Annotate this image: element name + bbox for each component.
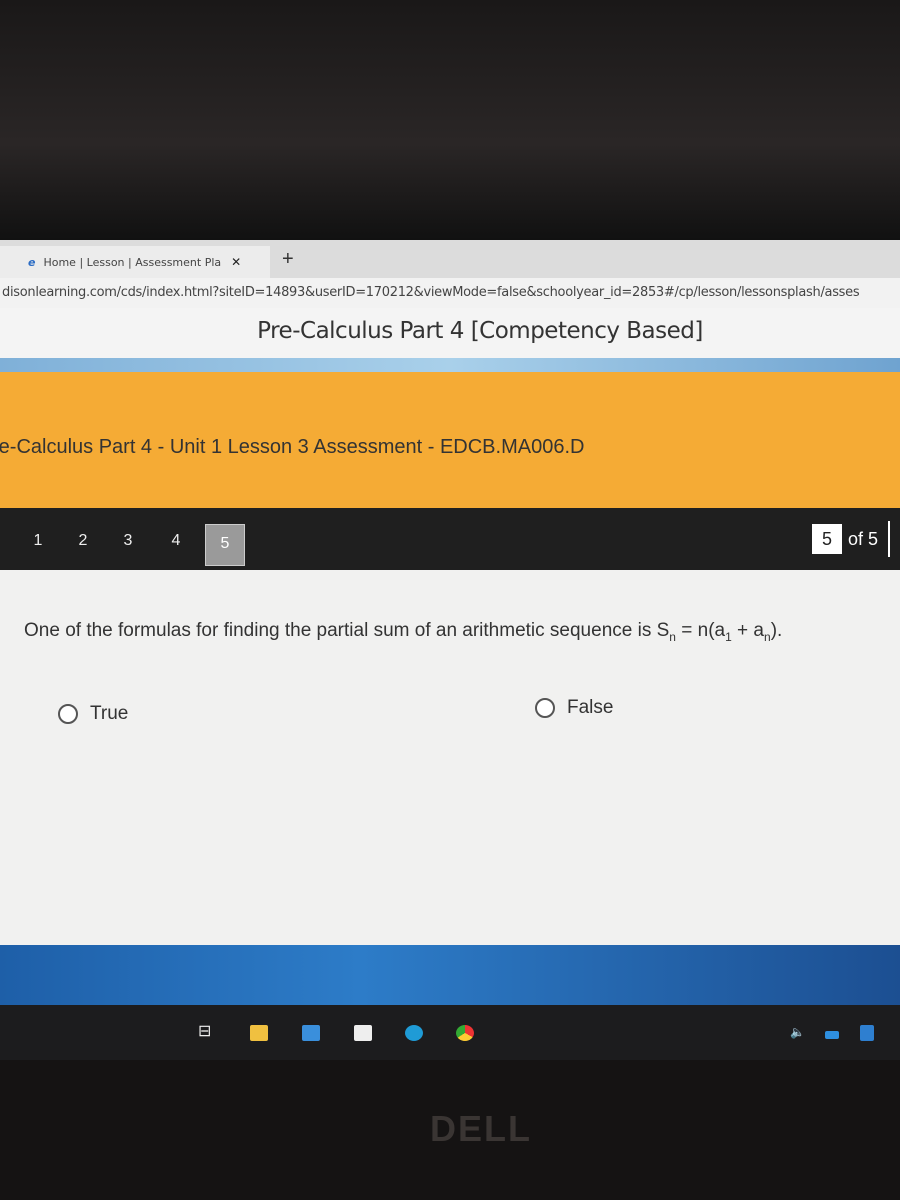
course-title: Pre-Calculus Part 4 [Competency Based] [0, 308, 900, 358]
mail-icon[interactable] [302, 1025, 320, 1041]
desktop-wallpaper [0, 945, 900, 1005]
option-label: True [90, 703, 129, 724]
question-5-button[interactable]: 5 [205, 524, 245, 566]
question-4-button[interactable]: 4 [156, 532, 196, 550]
task-view-icon[interactable]: ⊟ [198, 1021, 211, 1041]
question-3-button[interactable]: 3 [108, 532, 148, 550]
option-false[interactable]: False [535, 697, 613, 719]
formula-part: ). [770, 620, 783, 641]
assessment-title: re-Calculus Part 4 - Unit 1 Lesson 3 Ass… [0, 436, 585, 458]
close-tab-icon[interactable]: ✕ [231, 255, 241, 269]
question-area: One of the formulas for finding the part… [0, 570, 900, 950]
question-navigation: 1 2 3 4 5 5 of 5 [0, 508, 900, 570]
app-tray-icon[interactable] [860, 1025, 874, 1041]
browser-tab-bar: ‹ e Home | Lesson | Assessment Pla ✕ + [0, 240, 900, 278]
taskbar: ⊟ 🔈 [0, 1005, 900, 1060]
question-main: One of the formulas for finding the part… [24, 620, 670, 641]
formula-part: + a [731, 620, 765, 641]
address-bar[interactable]: disonlearning.com/cds/index.html?siteID=… [0, 278, 900, 308]
volume-icon[interactable]: 🔈 [790, 1025, 805, 1039]
onedrive-icon[interactable] [825, 1031, 839, 1039]
option-label: False [567, 697, 614, 718]
edge-icon[interactable] [405, 1025, 423, 1041]
option-true[interactable]: True [58, 703, 128, 725]
total-questions: of 5 [848, 521, 890, 557]
decorative-banner [0, 358, 900, 372]
assessment-header: re-Calculus Part 4 - Unit 1 Lesson 3 Ass… [0, 372, 900, 508]
tab-title: Home | Lesson | Assessment Pla [43, 255, 222, 269]
question-1-button[interactable]: 1 [18, 532, 58, 550]
edge-icon: e [28, 255, 36, 269]
monitor-bezel [0, 0, 900, 240]
subscript: 1 [725, 629, 732, 644]
question-2-button[interactable]: 2 [63, 532, 103, 550]
radio-button[interactable] [58, 704, 78, 724]
subscript: n [669, 629, 676, 644]
subscript: n [764, 629, 771, 644]
dell-logo: DELL [430, 1108, 532, 1149]
question-text: One of the formulas for finding the part… [24, 620, 782, 644]
store-icon[interactable] [354, 1025, 372, 1041]
current-question-input[interactable]: 5 [811, 524, 842, 554]
radio-button[interactable] [535, 698, 555, 718]
browser-tab[interactable]: e Home | Lesson | Assessment Pla ✕ [0, 246, 270, 278]
new-tab-button[interactable]: + [282, 248, 294, 271]
chrome-icon[interactable] [456, 1025, 474, 1041]
formula-part: = n(a [675, 620, 726, 641]
pager: 5 of 5 [811, 508, 890, 570]
screen: ‹ e Home | Lesson | Assessment Pla ✕ + d… [0, 240, 900, 1060]
file-explorer-icon[interactable] [250, 1025, 268, 1041]
